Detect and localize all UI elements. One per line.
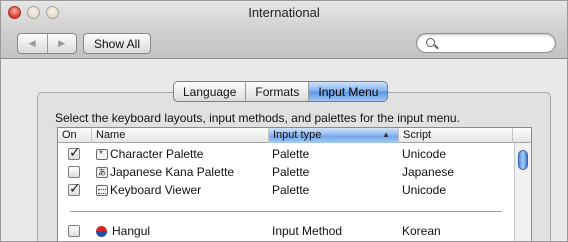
column-header-input-type[interactable]: Input type ▲: [269, 128, 399, 143]
preferences-window: International ◀ ▶ Show All Language Form…: [0, 0, 568, 242]
input-type: Palette: [272, 165, 310, 179]
tab-input-menu[interactable]: Input Menu: [308, 82, 388, 101]
group-divider: [70, 211, 502, 212]
list-row[interactable]: Character Palette Palette Unicode: [58, 144, 514, 164]
column-header-input-type-label: Input type: [273, 129, 322, 141]
input-script: Japanese: [402, 165, 455, 179]
character-palette-icon: [96, 146, 108, 164]
input-name: Character Palette: [96, 145, 204, 164]
enable-checkbox[interactable]: [68, 166, 80, 178]
back-arrow-icon[interactable]: ◀: [18, 34, 47, 53]
column-header-name[interactable]: Name: [92, 128, 269, 143]
input-name-label: Keyboard Viewer: [110, 183, 202, 197]
keyboard-viewer-icon: [96, 185, 108, 196]
kana-palette-icon: [96, 164, 108, 182]
input-name-label: Japanese Kana Palette: [110, 165, 235, 179]
back-forward-control: ◀ ▶: [17, 33, 77, 54]
column-header-script[interactable]: Script: [399, 128, 513, 143]
list-header: On Name Input type ▲ Script: [58, 128, 531, 143]
input-name-label: Character Palette: [110, 147, 204, 161]
input-name: Hangul: [96, 222, 150, 240]
tab-bar: Language Formats Input Menu: [173, 81, 389, 102]
instruction-text: Select the keyboard layouts, input metho…: [55, 111, 460, 125]
list-row[interactable]: Keyboard Viewer Palette Unicode: [58, 180, 514, 199]
column-header-on[interactable]: On: [58, 128, 92, 143]
enable-checkbox[interactable]: [68, 225, 80, 237]
search-icon: [426, 38, 435, 47]
input-name: Japanese Kana Palette: [96, 163, 235, 182]
input-script: Unicode: [402, 147, 447, 161]
list-row[interactable]: Japanese Kana Palette Palette Japanese: [58, 163, 514, 182]
input-name-label: Hangul: [112, 224, 151, 238]
input-script: Unicode: [402, 183, 447, 197]
korean-flag-icon: [96, 226, 107, 237]
window-title: International: [248, 5, 320, 20]
input-source-list: On Name Input type ▲ Script Character Pa…: [57, 127, 532, 241]
input-type: Palette: [272, 147, 310, 161]
input-name: Keyboard Viewer: [96, 181, 201, 199]
tab-formats[interactable]: Formats: [245, 82, 308, 101]
sort-ascending-icon: ▲: [382, 130, 390, 139]
title-bar: International ◀ ▶ Show All: [1, 1, 567, 59]
vertical-scrollbar[interactable]: [514, 143, 531, 241]
tab-language[interactable]: Language: [174, 82, 245, 101]
enable-checkbox[interactable]: [68, 180, 81, 197]
search-field[interactable]: [416, 33, 556, 53]
input-type: Input Method: [272, 224, 343, 238]
input-type: Palette: [272, 183, 310, 197]
show-all-button[interactable]: Show All: [83, 33, 151, 54]
scroll-thumb[interactable]: [518, 150, 528, 170]
enable-checkbox[interactable]: [68, 144, 81, 161]
forward-arrow-icon[interactable]: ▶: [46, 34, 77, 53]
input-script: Korean: [402, 224, 441, 238]
list-row[interactable]: Hangul Input Method Korean: [58, 222, 514, 240]
